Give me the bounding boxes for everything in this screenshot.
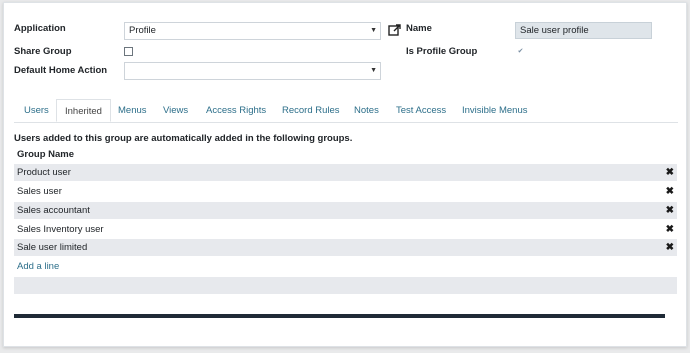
notebook-tabs: Users Inherited Menus Views Access Right… [14,99,678,123]
delete-row-icon[interactable]: ✖ [666,183,674,200]
table-row[interactable]: Sales accountant ✖ [14,202,677,219]
add-line-link[interactable]: Add a line [17,261,59,272]
group-name-cell: Sales Inventory user [17,224,104,235]
tab-record-rules[interactable]: Record Rules [274,99,348,122]
default-home-action-label: Default Home Action [14,65,108,76]
is-profile-group-checkbox[interactable]: ✔ [516,47,525,56]
group-name-cell: Sale user limited [17,242,88,253]
share-group-checkbox[interactable] [124,47,133,56]
tab-menus[interactable]: Menus [110,99,155,122]
caret-down-icon: ▼ [370,27,377,34]
form-sheet: Application Profile ▼ Name Sale user pro… [3,2,687,347]
delete-row-icon[interactable]: ✖ [666,164,674,181]
default-home-action-select[interactable]: ▼ [124,62,381,80]
delete-row-icon[interactable]: ✖ [666,239,674,256]
tab-notes[interactable]: Notes [346,99,387,122]
application-value: Profile [129,25,156,36]
tab-access-rights[interactable]: Access Rights [198,99,274,122]
is-profile-group-label: Is Profile Group [406,46,478,57]
bottom-divider-bar [14,314,665,318]
name-field[interactable]: Sale user profile [515,22,652,39]
group-name-column-header[interactable]: Group Name [17,149,74,160]
table-row[interactable]: Sales Inventory user ✖ [14,221,677,238]
add-line-row: Add a line [14,258,677,275]
external-link-icon[interactable] [388,23,402,37]
group-name-cell: Sales accountant [17,205,90,216]
group-name-cell: Sales user [17,186,62,197]
group-name-cell: Product user [17,167,71,178]
inherited-description: Users added to this group are automatica… [14,133,353,144]
caret-down-icon: ▼ [370,67,377,74]
tab-views[interactable]: Views [155,99,196,122]
table-footer-row [14,277,677,294]
tab-users[interactable]: Users [16,99,57,122]
tab-invisible-menus[interactable]: Invisible Menus [454,99,535,122]
table-row[interactable]: Sale user limited ✖ [14,239,677,256]
tab-inherited[interactable]: Inherited [56,99,111,122]
application-select[interactable]: Profile ▼ [124,22,381,40]
name-value: Sale user profile [520,25,589,36]
table-row[interactable]: Sales user ✖ [14,183,677,200]
name-label: Name [406,23,432,34]
delete-row-icon[interactable]: ✖ [666,202,674,219]
application-label: Application [14,23,66,34]
share-group-label: Share Group [14,46,72,57]
delete-row-icon[interactable]: ✖ [666,221,674,238]
table-row[interactable]: Product user ✖ [14,164,677,181]
tab-test-access[interactable]: Test Access [388,99,454,122]
